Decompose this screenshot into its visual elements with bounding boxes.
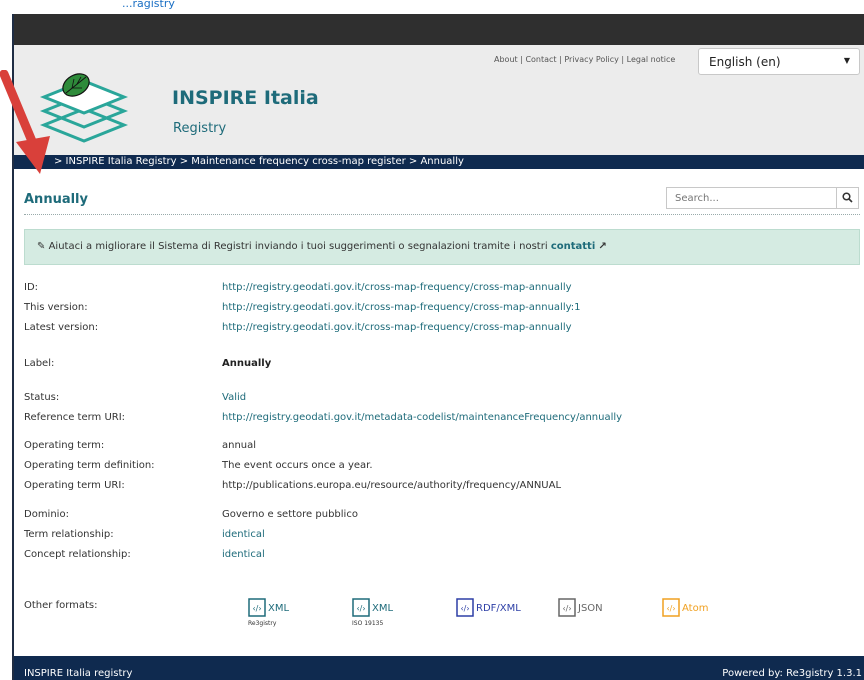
field-label: Operating term: (24, 440, 105, 451)
footer-site-name: INSPIRE Italia registry (24, 668, 133, 679)
search-button[interactable] (837, 188, 858, 208)
id-link[interactable]: http://registry.geodati.gov.it/cross-map… (222, 282, 572, 293)
reference-term-link[interactable]: http://registry.geodati.gov.it/metadata-… (222, 412, 622, 423)
site-header: INSPIRE Italia Registry About | Contact … (14, 45, 864, 155)
legal-notice-link[interactable]: Legal notice (627, 55, 676, 64)
search-input[interactable] (667, 188, 837, 208)
annotation-arrow-icon (0, 70, 50, 174)
field-label: Status: (24, 392, 60, 403)
page-frame: INSPIRE Italia Registry About | Contact … (12, 14, 864, 680)
svg-text:‹/›: ‹/› (562, 604, 571, 613)
status-link[interactable]: Valid (222, 392, 246, 403)
field-label: Dominio: (24, 509, 69, 520)
field-label: Concept relationship: (24, 549, 131, 560)
operating-term-definition-value: The event occurs once a year. (222, 460, 373, 471)
language-value: English (en) (709, 55, 781, 69)
operating-term-uri-value: http://publications.europa.eu/resource/a… (222, 480, 562, 491)
breadcrumb[interactable]: > INSPIRE Italia Registry > Maintenance … (14, 155, 864, 169)
term-relationship-link[interactable]: identical (222, 529, 265, 540)
privacy-policy-link[interactable]: Privacy Policy (564, 55, 619, 64)
about-link[interactable]: About (494, 55, 518, 64)
label-value: Annually (222, 358, 272, 369)
code-file-icon: ‹/› (352, 598, 370, 617)
field-label: This version: (24, 302, 88, 313)
top-link[interactable]: ...ragistry (122, 0, 175, 10)
other-formats-label: Other formats: (24, 600, 98, 611)
this-version-link[interactable]: http://registry.geodati.gov.it/cross-map… (222, 302, 581, 313)
chevron-down-icon: ▼ (843, 56, 850, 65)
site-subtitle: Registry (173, 121, 227, 136)
notice-text: Aiutaci a migliorare il Sistema di Regis… (48, 241, 548, 252)
format-name: JSON (578, 603, 603, 614)
site-title[interactable]: INSPIRE Italia (172, 87, 319, 109)
field-label: Term relationship: (24, 529, 114, 540)
format-sub: Re3gistry (248, 620, 277, 627)
field-label: Latest version: (24, 322, 99, 333)
header-links: About | Contact | Privacy Policy | Legal… (494, 55, 676, 64)
code-file-icon: ‹/› (248, 598, 266, 617)
feedback-notice: ✎ Aiutaci a migliorare il Sistema di Reg… (24, 229, 860, 265)
svg-text:‹/›: ‹/› (252, 604, 261, 613)
code-file-icon: ‹/› (456, 598, 474, 617)
field-label: ID: (24, 282, 39, 293)
language-select[interactable]: English (en) ▼ (698, 48, 860, 75)
site-footer: INSPIRE Italia registry Powered by: Re3g… (14, 656, 864, 680)
field-label: Operating term URI: (24, 480, 125, 491)
top-bar (14, 14, 864, 45)
operating-term-value: annual (222, 440, 257, 451)
page-title: Annually (24, 192, 88, 207)
dominio-value: Governo e settore pubblico (222, 509, 358, 520)
format-sub: ISO 19135 (352, 620, 384, 627)
format-name: XML (268, 603, 290, 614)
format-name: Atom (682, 603, 709, 614)
field-label: Reference term URI: (24, 412, 126, 423)
search-icon (842, 192, 853, 203)
field-label: Label: (24, 358, 55, 369)
search-box (666, 187, 859, 209)
contact-link[interactable]: Contact (525, 55, 556, 64)
latest-version-link[interactable]: http://registry.geodati.gov.it/cross-map… (222, 322, 572, 333)
format-name: RDF/XML (476, 603, 521, 614)
footer-powered-by[interactable]: Powered by: Re3gistry 1.3.1 (722, 668, 862, 679)
edit-icon: ✎ (37, 241, 46, 252)
format-name: XML (372, 603, 394, 614)
svg-text:‹/›: ‹/› (666, 604, 675, 613)
code-file-icon: ‹/› (558, 598, 576, 617)
concept-relationship-link[interactable]: identical (222, 549, 265, 560)
external-link-icon: ↗ (598, 241, 607, 252)
svg-text:‹/›: ‹/› (356, 604, 365, 613)
contatti-link[interactable]: contatti (551, 241, 595, 252)
code-file-icon: ‹/› (662, 598, 680, 617)
svg-text:‹/›: ‹/› (460, 604, 469, 613)
title-divider (24, 214, 860, 215)
field-label: Operating term definition: (24, 460, 155, 471)
top-strip: ...ragistry (0, 0, 864, 14)
